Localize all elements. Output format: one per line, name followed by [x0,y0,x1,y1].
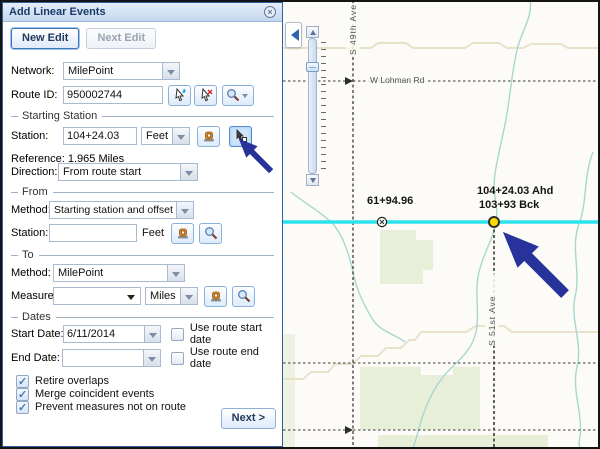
reference-station-marker[interactable] [376,216,388,228]
road-label-horizontal: W Lohman Rd [368,75,426,85]
from-method-select[interactable]: Starting station and offset [49,201,177,219]
from-station-input[interactable] [49,224,137,242]
direction-dropdown-trigger[interactable] [181,163,198,181]
from-method-trigger[interactable] [177,201,194,219]
close-icon[interactable]: × [264,6,276,18]
use-route-start-date-label: Use route start date [190,322,282,346]
section-title: Dates [22,311,51,323]
station-label-ahead: 104+24.03 Ahd [477,185,553,197]
section-from: From [11,186,274,198]
use-route-end-date-label: Use route end date [190,346,282,370]
station-input[interactable] [63,127,137,145]
from-units-text: Feet [142,227,164,239]
road-label-vertical-bottom: S 51st Ave [485,274,499,346]
cursor-pick-icon [234,129,248,143]
magnifier-icon [204,226,218,240]
from-method-label: Method: [3,204,49,216]
measure-label: Measure: [3,290,53,302]
next-button[interactable]: Next > [221,408,276,429]
panel-body: New Edit Next Edit Network: MilePoint Ro… [3,22,282,446]
zoom-out-button[interactable] [306,174,319,186]
start-date-trigger[interactable] [145,325,161,343]
end-date-trigger[interactable] [144,349,161,367]
start-date-label: Start Date: [3,328,63,340]
magnifier-icon [226,88,240,102]
zoom-in-button[interactable] [306,26,319,38]
measure-combo[interactable] [53,287,141,305]
add-linear-events-panel: Add Linear Events × New Edit Next Edit N… [2,2,283,447]
app-window: Add Linear Events × New Edit Next Edit N… [0,0,600,449]
plus-icon [310,27,316,35]
selected-station-marker[interactable] [488,216,500,228]
section-to: To [11,249,274,261]
measure-units-trigger[interactable] [181,287,198,305]
station-gauge-icon [202,129,216,143]
use-route-start-date-checkbox[interactable] [171,328,184,341]
station-label-back: 103+93 Bck [479,199,539,211]
measure-zoom-button[interactable] [232,286,255,307]
from-station-locator-button[interactable] [171,223,194,244]
zoom-slider-handle[interactable] [306,62,319,72]
station-label-mid: 61+94.96 [367,195,413,207]
to-method-label: Method: [3,267,53,279]
section-title: To [22,249,34,261]
use-route-end-date-checkbox[interactable] [171,352,184,365]
zoom-menu-button[interactable] [222,85,254,106]
to-method-select[interactable]: MilePoint [53,264,168,282]
station-units-select[interactable]: Feet [141,127,173,145]
next-edit-button[interactable]: Next Edit [86,28,156,49]
new-edit-button[interactable]: New Edit [11,28,79,49]
direction-label: Direction: [3,166,58,178]
section-starting-station: Starting Station [11,110,274,122]
section-title: From [22,186,48,198]
station-units-trigger[interactable] [173,127,190,145]
network-dropdown-trigger[interactable] [163,62,180,80]
pick-station-on-map-button[interactable] [229,126,252,147]
zoom-slider-ticks [321,42,326,169]
chevron-down-icon [242,94,248,101]
collapse-left-icon [285,29,299,41]
cursor-select-icon [173,88,187,102]
route-id-label: Route ID: [3,89,63,101]
station-locator-button[interactable] [197,126,220,147]
map-geometry [283,2,598,447]
direction-select[interactable]: From route start [58,163,181,181]
measure-locator-button[interactable] [204,286,227,307]
end-date-label: End Date: [3,352,62,364]
to-method-trigger[interactable] [168,264,185,282]
route-id-input[interactable] [63,86,163,104]
from-station-zoom-button[interactable] [199,223,222,244]
panel-header: Add Linear Events × [3,3,282,22]
map-canvas[interactable]: W Lohman Rd S 49th Ave S 51st Ave 61+94.… [283,2,598,447]
combo-caret-icon [127,295,135,304]
network-label: Network: [3,65,63,77]
collapse-panel-tab[interactable] [285,22,302,48]
station-gauge-icon [209,289,223,303]
zoom-slider-track[interactable] [308,38,317,174]
road-label-vertical-top: S 49th Ave [346,3,360,55]
magnifier-icon [237,289,251,303]
end-date-input[interactable] [62,349,144,367]
section-title: Starting Station [22,110,97,122]
panel-title: Add Linear Events [9,6,264,18]
cursor-clear-icon [199,88,213,102]
network-select[interactable]: MilePoint [63,62,163,80]
measure-units-select[interactable]: Miles [145,287,181,305]
from-station-label: Station: [3,227,49,239]
circle-cross-icon [376,216,388,228]
station-gauge-icon [176,226,190,240]
clear-route-selection-button[interactable] [194,85,217,106]
start-date-input[interactable] [63,325,145,343]
select-route-on-map-button[interactable] [168,85,191,106]
zoom-slider [306,26,328,38]
minus-icon [310,178,316,186]
station-label: Station: [3,130,63,142]
